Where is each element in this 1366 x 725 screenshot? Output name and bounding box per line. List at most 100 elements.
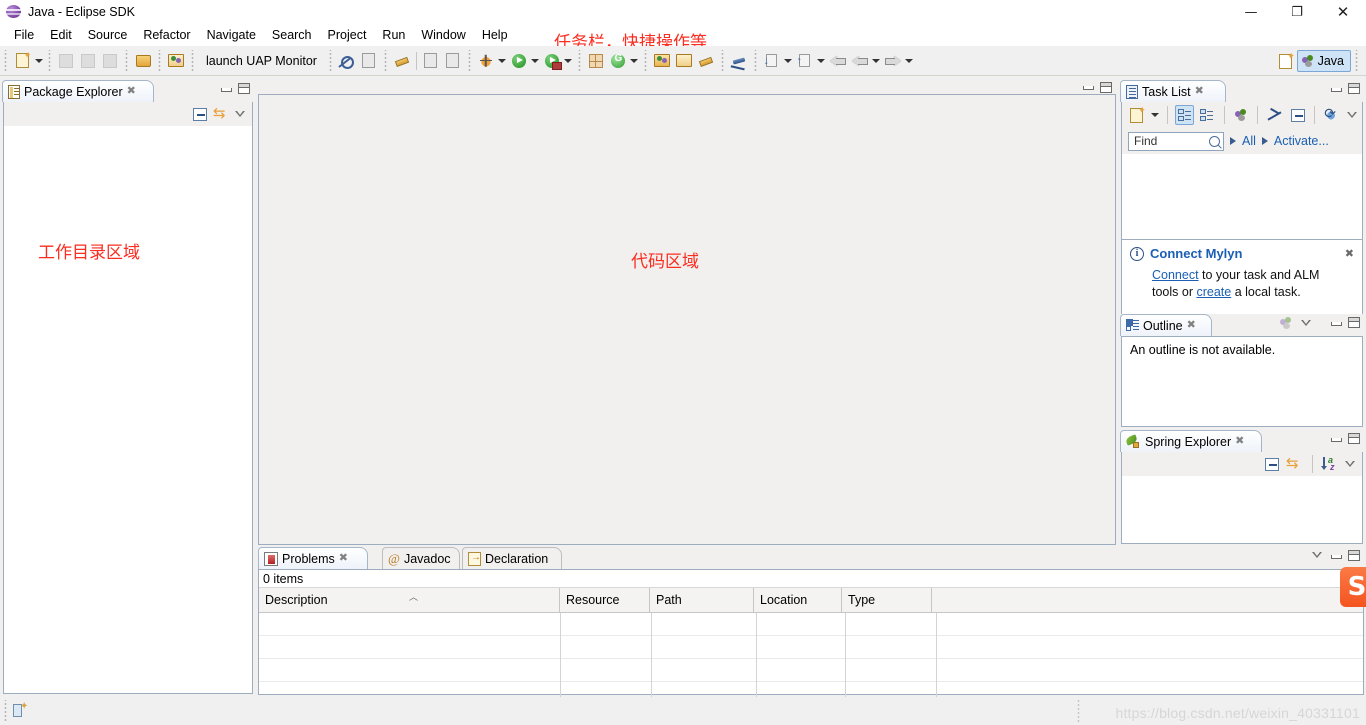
run-button[interactable] <box>508 50 530 72</box>
task-list-items[interactable] <box>1121 154 1363 240</box>
task-find-input[interactable]: Find <box>1128 131 1224 151</box>
refresh-button[interactable] <box>165 50 187 72</box>
toolbar-grip-12[interactable] <box>751 49 759 72</box>
collapse-all-icon[interactable] <box>193 107 207 121</box>
run-dropdown-arrow[interactable] <box>530 50 541 72</box>
prev-edit-button[interactable] <box>420 50 442 72</box>
new-annotation-dropdown-arrow[interactable] <box>629 50 640 72</box>
perspective-grip[interactable] <box>1353 50 1360 72</box>
close-button[interactable]: ✕ <box>1320 0 1366 24</box>
prev-annotation-dropdown-arrow[interactable] <box>783 50 794 72</box>
menu-file[interactable]: File <box>6 26 42 44</box>
toolbar-grip-4[interactable] <box>156 49 163 72</box>
toolbar-grip-8[interactable] <box>465 49 473 72</box>
task-list-view-menu-icon[interactable] <box>1346 111 1357 119</box>
new-dropdown-arrow[interactable] <box>33 50 44 72</box>
tab-task-list[interactable]: Task List ✖ <box>1120 80 1226 102</box>
back-dropdown-arrow[interactable] <box>871 50 882 72</box>
categorized-button[interactable] <box>1175 105 1194 125</box>
tab-package-explorer[interactable]: Package Explorer ✖ <box>2 80 154 102</box>
prev-annotation-button[interactable]: ↓ <box>761 50 783 72</box>
next-annotation-button[interactable]: ↑ <box>794 50 816 72</box>
open-task-button[interactable] <box>358 50 380 72</box>
task-list-maximize[interactable] <box>1348 83 1360 94</box>
sort-alphabetical-icon[interactable]: az <box>1321 455 1338 472</box>
new-package-button[interactable] <box>585 50 607 72</box>
external-tools-dropdown-arrow[interactable] <box>563 50 574 72</box>
launch-uap-monitor-button[interactable]: launch UAP Monitor <box>198 54 325 68</box>
tab-problems-close[interactable]: ✖ <box>339 553 350 564</box>
outline-maximize[interactable] <box>1348 317 1360 328</box>
tab-problems[interactable]: Problems ✖ <box>258 547 368 569</box>
editor-maximize[interactable] <box>1100 82 1112 93</box>
menu-navigate[interactable]: Navigate <box>199 26 264 44</box>
toolbar-grip-11[interactable] <box>718 49 726 72</box>
toolbar-grip-9[interactable] <box>575 49 583 72</box>
spring-link-with-editor-icon[interactable] <box>1286 454 1302 472</box>
toolbar-grip-7[interactable] <box>381 49 389 72</box>
tab-outline[interactable]: Outline ✖ <box>1120 314 1212 336</box>
minimize-button[interactable]: — <box>1228 0 1274 24</box>
filter-all-link[interactable]: All <box>1242 134 1256 148</box>
sogou-ime-badge[interactable]: S <box>1340 567 1366 607</box>
filter-all-arrow-icon[interactable] <box>1230 137 1236 145</box>
maximize-button[interactable]: ❐ <box>1274 0 1320 24</box>
external-tools-button[interactable] <box>541 50 563 72</box>
print-button[interactable] <box>99 50 121 72</box>
tab-spring-explorer-close[interactable]: ✖ <box>1235 436 1246 447</box>
synchronize-button[interactable] <box>1322 105 1341 125</box>
column-location[interactable]: Location <box>754 588 842 612</box>
back-history-button[interactable] <box>827 50 849 72</box>
column-type[interactable]: Type <box>842 588 932 612</box>
mylyn-create-link[interactable]: create <box>1196 285 1231 299</box>
toolbar-grip-3[interactable] <box>123 49 130 72</box>
open-perspective-button[interactable]: ✦ <box>1275 50 1297 72</box>
toolbar-grip[interactable] <box>2 49 9 72</box>
tab-declaration[interactable]: Declaration <box>462 547 562 569</box>
filter-activate-link[interactable]: Activate... <box>1274 134 1329 148</box>
open-type-button[interactable] <box>132 50 154 72</box>
spring-collapse-all-icon[interactable] <box>1265 457 1279 471</box>
toolbar-grip-6[interactable] <box>326 49 334 72</box>
spring-explorer-tree[interactable] <box>1121 476 1363 544</box>
next-edit-button[interactable] <box>442 50 464 72</box>
menu-run[interactable]: Run <box>374 26 413 44</box>
debug-button[interactable] <box>475 50 497 72</box>
forward-button[interactable] <box>882 50 904 72</box>
column-path[interactable]: Path <box>650 588 754 612</box>
next-annotation-dropdown-arrow[interactable] <box>816 50 827 72</box>
collapse-all-button[interactable] <box>1288 105 1307 125</box>
menu-window[interactable]: Window <box>413 26 473 44</box>
task-list-minimize[interactable] <box>1330 84 1342 93</box>
new-task-button[interactable]: ✦ <box>1127 105 1146 125</box>
column-description[interactable]: ︿ Description <box>259 588 560 612</box>
open-resource-button[interactable] <box>651 50 673 72</box>
save-all-button[interactable] <box>77 50 99 72</box>
filter-activate-arrow-icon[interactable] <box>1261 137 1268 145</box>
menu-source[interactable]: Source <box>80 26 136 44</box>
new-button[interactable]: ✦ <box>11 50 33 72</box>
problems-minimize[interactable] <box>1330 551 1342 560</box>
package-explorer-maximize[interactable] <box>238 83 250 94</box>
tab-task-list-close[interactable]: ✖ <box>1195 86 1206 97</box>
tab-spring-explorer[interactable]: Spring Explorer ✖ <box>1120 430 1262 452</box>
spring-explorer-minimize[interactable] <box>1330 434 1342 443</box>
package-explorer-tree[interactable] <box>3 126 253 694</box>
skip-breakpoints-button[interactable] <box>728 50 750 72</box>
toolbar-grip-5[interactable] <box>189 49 196 72</box>
toolbar-grip-2[interactable] <box>46 49 53 72</box>
package-explorer-minimize[interactable] <box>220 84 232 93</box>
tab-outline-close[interactable]: ✖ <box>1187 320 1198 331</box>
problems-maximize[interactable] <box>1348 550 1360 561</box>
people-button[interactable] <box>1232 105 1251 125</box>
editor-canvas[interactable] <box>258 94 1116 545</box>
open-folder-button[interactable] <box>673 50 695 72</box>
toolbar-grip-10[interactable] <box>641 49 649 72</box>
editor-minimize[interactable] <box>1082 82 1094 91</box>
outline-view-menu-icon[interactable] <box>1301 320 1312 327</box>
focus-button[interactable] <box>1265 105 1284 125</box>
menu-edit[interactable]: Edit <box>42 26 80 44</box>
forward-dropdown-arrow[interactable] <box>904 50 915 72</box>
package-explorer-view-menu-icon[interactable] <box>235 110 246 118</box>
status-grip-right[interactable] <box>1077 699 1084 723</box>
